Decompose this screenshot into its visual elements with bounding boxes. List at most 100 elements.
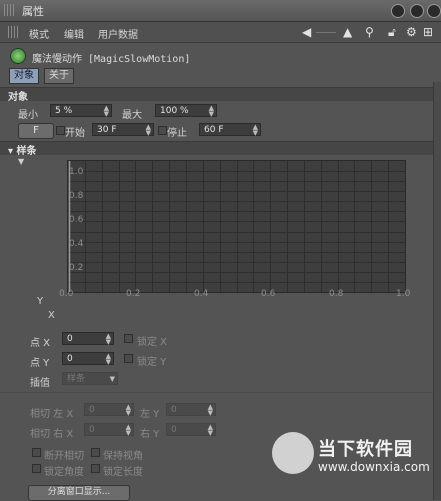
divider xyxy=(0,392,433,393)
tab-about[interactable]: 关于 xyxy=(44,68,74,84)
start-field[interactable]: 30 F ▲ ▼ xyxy=(92,123,154,137)
window-title: 属性 xyxy=(22,5,44,18)
x-tick-label: 1.0 xyxy=(396,289,411,299)
lock-length-checkbox[interactable] xyxy=(91,464,100,473)
min-field[interactable]: 5 % ▲ ▼ xyxy=(50,104,112,118)
f-button[interactable]: F xyxy=(18,123,54,139)
keep-angle-label: 保持视角 xyxy=(103,451,143,462)
lock-y-label: 锁定 Y xyxy=(137,357,167,368)
x-tick-label: 0.4 xyxy=(194,289,209,299)
section-spline-text: 样条 xyxy=(16,146,37,157)
x-axis-label: X xyxy=(48,310,55,321)
point-x-value: 0 xyxy=(67,334,73,344)
maximize-button[interactable] xyxy=(410,4,424,18)
point-y-field[interactable]: 0 ▲ ▼ xyxy=(62,352,114,366)
spinner-icon[interactable]: ▲ ▼ xyxy=(106,333,111,346)
x-tick-label: 0.6 xyxy=(261,289,276,299)
y-tick-label: 0.8 xyxy=(69,191,84,201)
watermark-url: www.downxia.com xyxy=(318,460,430,474)
tangent-right-x-value: 0 xyxy=(89,425,95,435)
x-tick-label: 0.2 xyxy=(126,289,141,299)
spinner-icon[interactable]: ▲ ▼ xyxy=(209,105,214,118)
lock-length-label: 锁定长度 xyxy=(103,467,143,478)
stop-label: 停止 xyxy=(167,128,187,139)
y-tick-label: 0.2 xyxy=(69,263,84,273)
magic-object-icon xyxy=(10,48,26,64)
stop-field[interactable]: 60 F ▲ ▼ xyxy=(199,123,261,137)
interp-value: 样条 xyxy=(67,374,86,384)
section-spline-header[interactable]: ▾ 样条 xyxy=(0,141,433,157)
settings-icon[interactable]: ⚙ xyxy=(406,25,417,39)
min-value: 5 % xyxy=(55,106,73,116)
stop-value: 60 F xyxy=(204,125,224,135)
min-label: 最小 xyxy=(18,110,38,121)
x-tick-label: 0.0 xyxy=(59,289,74,299)
lock-x-label: 锁定 X xyxy=(137,337,168,348)
spinner-icon[interactable]: ▲ ▼ xyxy=(146,124,151,137)
spline-graph[interactable] xyxy=(67,160,406,293)
tangent-left-x-label: 相切 左 X xyxy=(30,409,74,420)
spinner-icon[interactable]: ▲ ▼ xyxy=(126,404,131,417)
break-tangent-checkbox[interactable] xyxy=(32,448,41,457)
interp-label: 插值 xyxy=(30,378,50,389)
arrow-up-icon[interactable]: ▲ xyxy=(343,25,352,39)
scrollbar[interactable] xyxy=(433,82,441,500)
max-field[interactable]: 100 % ▲ ▼ xyxy=(155,104,217,118)
menu-user-data[interactable]: 用户数据 xyxy=(98,26,138,41)
tangent-left-y-field[interactable]: 0 ▲ ▼ xyxy=(166,403,216,417)
menu-mode[interactable]: 模式 xyxy=(29,26,49,41)
detach-window-button[interactable]: 分离窗口显示... xyxy=(28,485,130,501)
minimize-button[interactable] xyxy=(391,4,405,18)
lock-x-checkbox[interactable] xyxy=(124,334,133,343)
lock-icon[interactable]: 🔓︎ xyxy=(388,25,396,39)
point-x-label: 点 X xyxy=(30,338,51,349)
spinner-icon[interactable]: ▲ ▼ xyxy=(104,105,109,118)
x-tick-label: 0.8 xyxy=(329,289,344,299)
interp-select[interactable]: 样条 ▼ xyxy=(62,372,118,385)
tangent-right-y-value: 0 xyxy=(171,425,177,435)
tangent-right-y-field[interactable]: 0 ▲ ▼ xyxy=(166,423,216,437)
spinner-icon[interactable]: ▲ ▼ xyxy=(253,124,258,137)
menu-edit[interactable]: 编辑 xyxy=(64,26,84,41)
object-title: 魔法慢动作 [MagicSlowMotion] xyxy=(32,54,191,65)
tangent-right-x-field[interactable]: 0 ▲ ▼ xyxy=(84,423,134,437)
spinner-icon[interactable]: ▲ ▼ xyxy=(208,404,213,417)
lock-angle-label: 锁定角度 xyxy=(44,467,84,478)
title-bar: 属性 xyxy=(0,0,441,22)
lock-y-checkbox[interactable] xyxy=(124,354,133,363)
watermark-logo-icon xyxy=(272,432,314,474)
spinner-icon[interactable]: ▲ ▼ xyxy=(126,424,131,437)
tangent-left-y-label: 左 Y xyxy=(140,409,160,420)
stop-checkbox[interactable] xyxy=(158,126,167,135)
point-x-field[interactable]: 0 ▲ ▼ xyxy=(62,332,114,346)
arrow-left-icon[interactable]: ◀ xyxy=(302,25,311,39)
divider xyxy=(316,32,336,33)
section-spline-label: ▾ 样条 xyxy=(8,146,37,157)
y-tick-label: 0.6 xyxy=(69,215,84,225)
collapse-arrow-icon[interactable]: ▼ xyxy=(18,157,24,166)
lock-angle-checkbox[interactable] xyxy=(32,464,41,473)
tangent-right-x-label: 相切 右 X xyxy=(30,429,74,440)
spinner-icon[interactable]: ▲ ▼ xyxy=(208,424,213,437)
search-icon[interactable]: ⚲ xyxy=(365,25,374,39)
close-button[interactable] xyxy=(427,4,441,18)
drag-grip-icon[interactable] xyxy=(4,4,16,16)
break-tangent-label: 断开相切 xyxy=(44,451,84,462)
keep-angle-checkbox[interactable] xyxy=(91,448,100,457)
start-checkbox[interactable] xyxy=(56,126,65,135)
tangent-right-y-label: 右 Y xyxy=(140,429,160,440)
tab-object[interactable]: 对象 xyxy=(9,68,39,84)
add-panel-icon[interactable]: ⊞ xyxy=(423,25,433,39)
spline-grid xyxy=(68,161,405,292)
menu-grip-icon[interactable] xyxy=(8,26,18,38)
point-y-label: 点 Y xyxy=(30,358,50,369)
tangent-left-x-value: 0 xyxy=(89,405,95,415)
tangent-left-y-value: 0 xyxy=(171,405,177,415)
watermark-text: 当下软件园 xyxy=(318,439,413,460)
spinner-icon[interactable]: ▲ ▼ xyxy=(106,353,111,366)
section-object-header: 对象 xyxy=(0,87,433,103)
menu-bar: 模式 编辑 用户数据 ◀ ▲ ⚲ 🔓︎ ⚙ ⊞ xyxy=(0,22,441,43)
tangent-left-x-field[interactable]: 0 ▲ ▼ xyxy=(84,403,134,417)
y-axis-label: Y xyxy=(37,296,44,307)
y-tick-label: 1.0 xyxy=(69,167,84,177)
